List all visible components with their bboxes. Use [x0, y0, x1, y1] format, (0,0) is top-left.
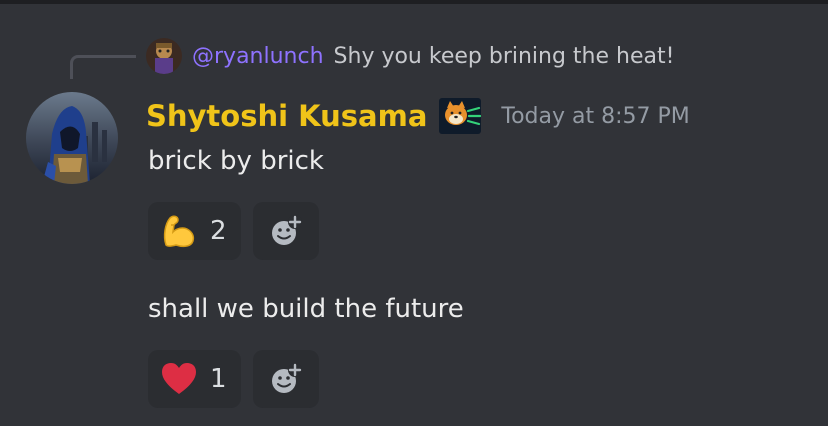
- message-text: brick by brick: [148, 146, 324, 176]
- top-border: [0, 0, 828, 4]
- add-reaction-button[interactable]: [252, 350, 319, 408]
- author-username[interactable]: Shytoshi Kusama: [146, 99, 427, 133]
- message-timestamp[interactable]: Today at 8:57 PM: [501, 104, 689, 129]
- reply-spine: [70, 55, 136, 79]
- add-reaction-icon: [271, 363, 302, 393]
- reaction-bar: 1: [148, 350, 319, 408]
- red-heart-icon: [162, 363, 196, 394]
- reaction-bar: 2: [148, 202, 319, 260]
- reaction-flexed-biceps[interactable]: 2: [148, 202, 241, 260]
- user-avatar[interactable]: [26, 92, 118, 184]
- reaction-red-heart[interactable]: 1: [148, 350, 241, 408]
- reply-reference[interactable]: @ryanlunch Shy you keep brining the heat…: [146, 36, 674, 76]
- reaction-count: 1: [210, 364, 227, 394]
- message-text: shall we build the future: [148, 294, 464, 324]
- shiba-role-icon[interactable]: [439, 98, 482, 134]
- add-reaction-button[interactable]: [252, 202, 319, 260]
- add-reaction-icon: [271, 215, 302, 245]
- reply-avatar[interactable]: [146, 38, 182, 74]
- message-header: Shytoshi Kusama Today at 8:57 PM: [146, 96, 690, 136]
- reply-preview-text[interactable]: Shy you keep brining the heat!: [334, 44, 675, 69]
- flexed-biceps-icon: [163, 215, 195, 248]
- reply-username[interactable]: @ryanlunch: [192, 44, 324, 69]
- reaction-count: 2: [210, 216, 227, 246]
